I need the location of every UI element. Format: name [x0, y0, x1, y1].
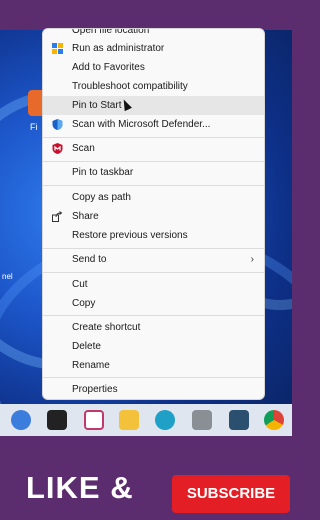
menu-item-label: Create shortcut: [72, 322, 141, 333]
edge-icon[interactable]: [155, 410, 175, 430]
file-explorer-icon[interactable]: [119, 410, 139, 430]
menu-item-scan-with-defender[interactable]: Scan with Microsoft Defender...: [43, 115, 264, 134]
menu-item-troubleshoot-compatibility[interactable]: Troubleshoot compatibility: [43, 77, 264, 96]
menu-item-pin-to-start[interactable]: Pin to Start: [43, 96, 264, 115]
menu-item-scan[interactable]: Scan: [43, 139, 264, 158]
menu-item-label: Properties: [72, 384, 118, 395]
menu-item-properties[interactable]: Properties: [43, 380, 264, 399]
menu-separator: [43, 272, 264, 273]
menu-item-delete[interactable]: Delete: [43, 337, 264, 356]
menu-item-label: Pin to Start: [72, 100, 122, 111]
menu-item-label: Delete: [72, 341, 101, 352]
menu-item-copy-as-path[interactable]: Copy as path: [43, 188, 264, 207]
menu-item-pin-to-taskbar[interactable]: Pin to taskbar: [43, 163, 264, 182]
context-menu: Open file location Run as administrator …: [42, 28, 265, 400]
menu-item-rename[interactable]: Rename: [43, 356, 264, 375]
feedback-icon[interactable]: [229, 410, 249, 430]
menu-item-restore-previous-versions[interactable]: Restore previous versions: [43, 226, 264, 245]
menu-item-label: Send to: [72, 254, 107, 265]
printer-icon[interactable]: [192, 410, 212, 430]
like-text: LIKE &: [26, 470, 134, 505]
menu-item-run-as-administrator[interactable]: Run as administrator: [43, 39, 264, 58]
menu-item-label: Scan with Microsoft Defender...: [72, 119, 211, 130]
menu-item-label: Add to Favorites: [72, 62, 145, 73]
chevron-right-icon: ›: [250, 254, 254, 265]
menu-separator: [43, 248, 264, 249]
subscribe-button[interactable]: SUBSCRIBE: [172, 475, 290, 513]
desktop-icon-label: Fi: [30, 122, 38, 132]
menu-separator: [43, 137, 264, 138]
menu-item-label: Pin to taskbar: [72, 167, 134, 178]
taskview-icon[interactable]: [47, 410, 67, 430]
share-icon: [52, 211, 63, 222]
menu-item-send-to[interactable]: Send to ›: [43, 250, 264, 269]
shield-icon: [52, 43, 63, 54]
desktop-side-label: nel: [2, 272, 13, 281]
menu-item-cut[interactable]: Cut: [43, 275, 264, 294]
menu-item-label: Copy: [72, 298, 96, 309]
menu-separator: [43, 161, 264, 162]
menu-item-copy[interactable]: Copy: [43, 294, 264, 313]
chrome-icon[interactable]: [264, 410, 284, 430]
snipping-tool-icon[interactable]: [84, 410, 104, 430]
taskbar: [0, 404, 292, 436]
menu-item-label: Copy as path: [72, 192, 131, 203]
menu-separator: [43, 315, 264, 316]
menu-item-label: Run as administrator: [72, 43, 165, 54]
defender-icon: [52, 119, 63, 130]
menu-item-label: Restore previous versions: [72, 230, 188, 241]
mcafee-icon: [52, 143, 63, 154]
menu-item-share[interactable]: Share: [43, 207, 264, 226]
frame-top-border: [0, 0, 292, 30]
copilot-icon[interactable]: [11, 410, 31, 430]
menu-item-label: Share: [72, 211, 99, 222]
menu-item-label: Rename: [72, 360, 110, 371]
menu-item-label: Scan: [72, 143, 95, 154]
menu-separator: [43, 377, 264, 378]
menu-item-create-shortcut[interactable]: Create shortcut: [43, 318, 264, 337]
menu-separator: [43, 185, 264, 186]
menu-item-label: Cut: [72, 279, 88, 290]
menu-item-add-to-favorites[interactable]: Add to Favorites: [43, 58, 264, 77]
menu-item-label: Troubleshoot compatibility: [72, 81, 188, 92]
